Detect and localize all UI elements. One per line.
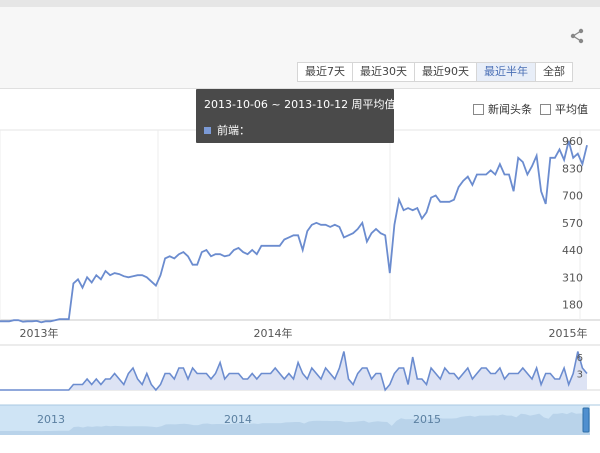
y-tick-label: 960 (562, 135, 583, 148)
range-90-days-button[interactable]: 最近90天 (415, 63, 477, 81)
news-checkbox[interactable] (473, 103, 484, 115)
navigator-year-label: 2015 (413, 413, 441, 426)
y-tick-label: 570 (562, 217, 583, 230)
share-icon[interactable] (568, 27, 586, 45)
news-line (0, 351, 588, 392)
range-7-days-button[interactable]: 最近7天 (298, 63, 353, 81)
average-toggle[interactable]: 平均值 (540, 101, 588, 117)
news-headline-toggle[interactable]: 新闻头条 (473, 101, 532, 117)
series-swatch (204, 126, 211, 134)
tooltip-series: 前端： (204, 122, 250, 138)
news-y-tick-label: 3 (577, 370, 583, 381)
trend-line (0, 140, 588, 324)
navigator-year-label: 2013 (37, 413, 65, 426)
average-label: 平均值 (555, 103, 588, 116)
range-half-year-button[interactable]: 最近半年 (477, 63, 536, 81)
news-headline-label: 新闻头条 (488, 103, 532, 116)
navigator-area (0, 412, 590, 435)
x-tick-label: 2014年 (254, 326, 293, 340)
range-all-button[interactable]: 全部 (536, 63, 572, 81)
tooltip: 2013-10-06 ~ 2013-10-12 周平均值 前端： (196, 89, 396, 143)
tooltip-date-range: 2013-10-06 ~ 2013-10-12 周平均值 (204, 98, 396, 111)
y-tick-label: 700 (562, 190, 583, 203)
average-checkbox[interactable] (540, 103, 551, 115)
y-tick-label: 180 (562, 299, 583, 312)
top-strip (0, 0, 600, 7)
navigator-handle[interactable] (582, 407, 590, 433)
news-y-tick-label: 6 (577, 353, 583, 364)
tooltip-series-label: 前端： (217, 124, 250, 137)
navigator-year-label: 2014 (224, 413, 252, 426)
range-30-days-button[interactable]: 最近30天 (353, 63, 415, 81)
navigator-band (0, 405, 590, 435)
y-tick-label: 440 (562, 244, 583, 257)
x-tick-label: 2013年 (20, 326, 59, 340)
news-area (0, 351, 587, 390)
x-tick-label: 2015年 (549, 326, 588, 340)
y-tick-label: 830 (562, 162, 583, 175)
time-range-selector: 最近7天 最近30天 最近90天 最近半年 全部 (297, 62, 573, 82)
y-tick-label: 310 (562, 271, 583, 284)
